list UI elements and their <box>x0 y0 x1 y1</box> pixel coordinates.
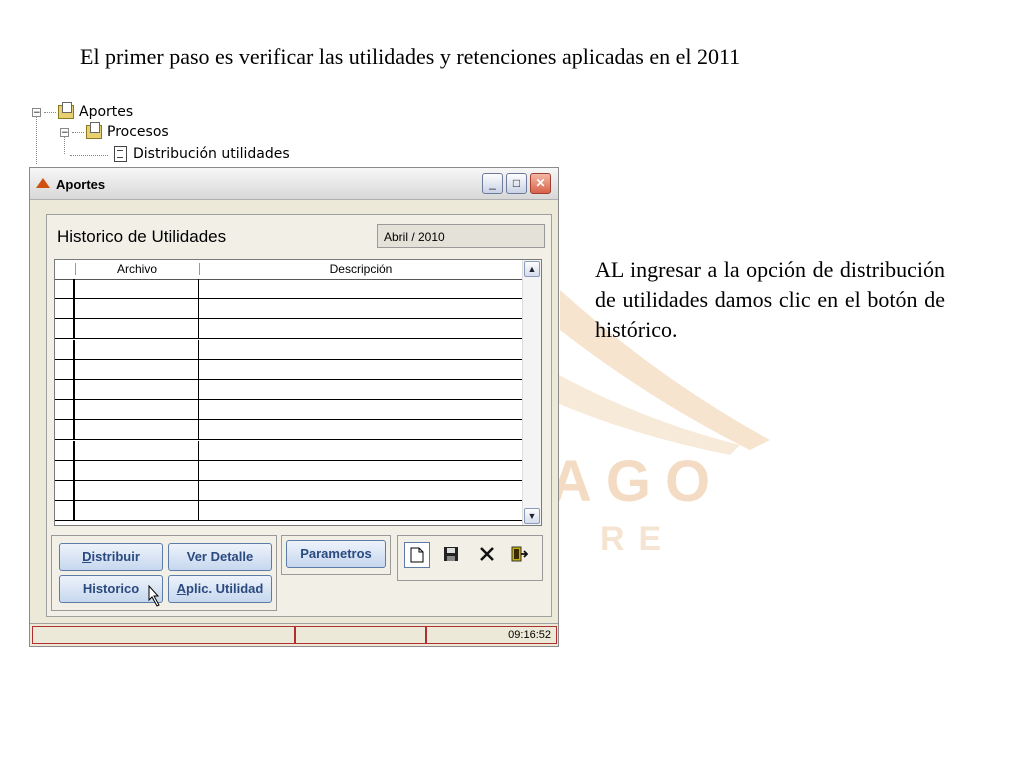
maximize-button[interactable]: □ <box>506 173 527 194</box>
delete-icon[interactable] <box>474 542 500 568</box>
slide-body-text: AL ingresar a la opción de distribución … <box>595 257 945 342</box>
tree-item-label: Procesos <box>107 124 169 140</box>
scroll-down-icon[interactable]: ▼ <box>524 508 540 524</box>
row-selector[interactable] <box>55 501 75 521</box>
row-selector[interactable] <box>55 359 75 379</box>
aplic-utilidad-button[interactable]: Aplic. Utilidad <box>168 575 272 603</box>
archivo-cell[interactable] <box>75 400 199 420</box>
table-row[interactable] <box>55 339 523 360</box>
parametros-label: Parametros <box>300 546 372 561</box>
folder-icon <box>86 122 102 139</box>
document-icon <box>114 146 127 162</box>
archivo-cell[interactable] <box>75 299 199 319</box>
archivo-cell[interactable] <box>75 380 199 399</box>
status-cell-2 <box>295 626 426 644</box>
archivo-cell[interactable] <box>75 501 199 521</box>
distribuir-button[interactable]: Distribuir <box>59 543 163 571</box>
row-selector[interactable] <box>55 420 75 440</box>
row-selector[interactable] <box>55 299 75 319</box>
exit-icon[interactable] <box>506 542 532 568</box>
minimize-button[interactable]: _ <box>482 173 503 194</box>
archivo-cell[interactable] <box>75 440 199 460</box>
row-selector[interactable] <box>55 339 75 359</box>
tree-item-label: Aportes <box>79 104 134 120</box>
row-selector[interactable] <box>55 380 75 399</box>
historico-panel: Historico de Utilidades Abril / 2010 Arc… <box>46 214 552 617</box>
ver-detalle-button[interactable]: Ver Detalle <box>168 543 272 571</box>
collapse-icon[interactable]: − <box>60 127 69 137</box>
historico-grid[interactable]: Archivo Descripción ▲ ▼ <box>54 259 542 526</box>
table-row[interactable] <box>55 501 523 522</box>
tree-view: − Aportes − Procesos Distribución utilid… <box>28 102 328 164</box>
row-selector[interactable] <box>55 481 75 500</box>
toolbar-icon-group <box>397 535 543 581</box>
status-cell-1 <box>32 626 295 644</box>
archivo-cell[interactable] <box>75 460 199 480</box>
archivo-cell[interactable] <box>75 279 199 298</box>
period-field: Abril / 2010 <box>377 224 545 248</box>
watermark-text-1: AGO <box>550 449 725 514</box>
archivo-cell[interactable] <box>75 359 199 379</box>
row-selector[interactable] <box>55 400 75 420</box>
folder-icon <box>58 102 74 119</box>
tree-item-procesos[interactable]: − Procesos <box>60 122 169 140</box>
ver-detalle-label: Ver Detalle <box>186 549 254 564</box>
table-row[interactable] <box>55 440 523 461</box>
historico-label: Historico <box>82 581 140 596</box>
parametros-button[interactable]: Parametros <box>286 540 386 568</box>
grid-header: Archivo Descripción <box>55 260 525 280</box>
aportes-window: Aportes _ □ ✕ Historico de Utilidades Ab… <box>29 167 559 647</box>
distribuir-label: Distribuir <box>82 549 140 564</box>
table-row[interactable] <box>55 460 523 481</box>
archivo-cell[interactable] <box>75 481 199 500</box>
status-time: 09:16:52 <box>426 626 557 644</box>
panel-title: Historico de Utilidades <box>57 227 227 246</box>
scroll-up-icon[interactable]: ▲ <box>524 261 540 277</box>
action-button-group: Distribuir Ver Detalle Historico Aplic. … <box>51 535 277 611</box>
vertical-scrollbar[interactable]: ▲ ▼ <box>522 260 541 525</box>
table-row[interactable] <box>55 359 523 380</box>
table-row[interactable] <box>55 400 523 421</box>
tree-item-distribucion-utilidades[interactable]: Distribución utilidades <box>114 146 290 162</box>
archivo-cell[interactable] <box>75 420 199 440</box>
window-title: Aportes <box>56 177 106 192</box>
table-row[interactable] <box>55 481 523 501</box>
row-selector[interactable] <box>55 440 75 460</box>
table-row[interactable] <box>55 319 523 340</box>
mouse-cursor-icon <box>148 585 160 607</box>
app-icon <box>36 178 50 188</box>
window-titlebar[interactable]: Aportes _ □ ✕ <box>30 168 558 200</box>
column-header-archivo[interactable]: Archivo <box>75 262 199 276</box>
aplic-utilidad-label: Aplic. Utilidad <box>176 581 264 596</box>
new-document-icon[interactable] <box>404 542 430 568</box>
parametros-group: Parametros <box>281 535 391 575</box>
archivo-cell[interactable] <box>75 339 199 359</box>
row-selector[interactable] <box>55 319 75 339</box>
tree-item-aportes[interactable]: − Aportes <box>32 102 134 120</box>
row-selector[interactable] <box>55 460 75 480</box>
archivo-cell[interactable] <box>75 319 199 339</box>
close-button[interactable]: ✕ <box>530 173 551 194</box>
status-bar: 09:16:52 <box>30 623 558 646</box>
save-icon[interactable] <box>438 542 464 568</box>
table-row[interactable] <box>55 420 523 441</box>
table-row[interactable] <box>55 299 523 320</box>
column-header-descripcion[interactable]: Descripción <box>199 262 523 276</box>
watermark-text-2: RE <box>600 520 676 558</box>
slide-title: El primer paso es verificar las utilidad… <box>80 44 741 69</box>
row-selector[interactable] <box>55 279 75 298</box>
collapse-icon[interactable]: − <box>32 107 41 117</box>
tree-item-label: Distribución utilidades <box>133 146 290 162</box>
table-row[interactable] <box>55 279 523 299</box>
table-row[interactable] <box>55 380 523 400</box>
